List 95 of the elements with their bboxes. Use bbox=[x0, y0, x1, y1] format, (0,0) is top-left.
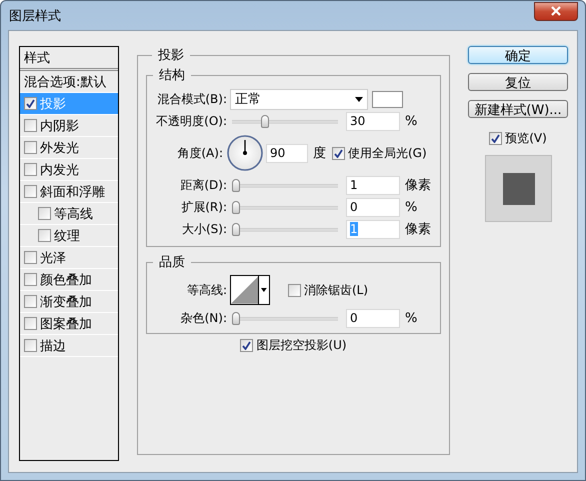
caret-icon bbox=[355, 96, 363, 102]
style-label: 颜色叠加 bbox=[40, 272, 92, 288]
field-value: 1 bbox=[350, 178, 358, 192]
field-value: 30 bbox=[350, 114, 366, 128]
style-label: 混合选项:默认 bbox=[24, 74, 106, 90]
unit-label: 像素 bbox=[405, 177, 431, 194]
field-label: 混合模式(B): bbox=[156, 90, 228, 108]
style-label: 内阴影 bbox=[40, 118, 79, 134]
checkbox[interactable] bbox=[24, 295, 37, 308]
checkbox-label: 预览(V) bbox=[505, 130, 547, 146]
field-label: 不透明度(O): bbox=[155, 112, 228, 130]
field-value: 1 bbox=[350, 222, 358, 236]
color-swatch[interactable] bbox=[372, 90, 403, 108]
close-icon bbox=[550, 6, 562, 16]
global-light-checkbox[interactable]: 使用全局光(G) bbox=[332, 144, 427, 162]
slider-thumb[interactable] bbox=[232, 222, 240, 236]
checkbox[interactable] bbox=[24, 119, 37, 132]
unit-label: % bbox=[405, 200, 418, 214]
checkbox[interactable] bbox=[24, 273, 37, 286]
style-label: 光泽 bbox=[40, 250, 66, 266]
field-value: 90 bbox=[270, 146, 286, 160]
style-item[interactable]: 内发光 bbox=[20, 159, 118, 181]
angle-dial[interactable] bbox=[227, 135, 263, 171]
group-title: 品质 bbox=[158, 254, 186, 271]
unit-label: % bbox=[405, 310, 418, 326]
dialog-button[interactable]: 确定 bbox=[468, 46, 568, 64]
style-item[interactable]: 光泽 bbox=[20, 247, 118, 269]
checkbox[interactable] bbox=[24, 317, 37, 330]
checkbox[interactable] bbox=[24, 97, 37, 110]
slider-thumb[interactable] bbox=[232, 200, 240, 214]
style-item[interactable]: 等高线 bbox=[20, 203, 118, 225]
close-button[interactable] bbox=[534, 2, 578, 20]
unit-label: % bbox=[405, 114, 418, 128]
field-label: 等高线: bbox=[186, 282, 228, 298]
checkbox-label: 使用全局光(G) bbox=[348, 144, 427, 162]
window-title: 图层样式 bbox=[8, 8, 61, 24]
dialog-button[interactable]: 复位 bbox=[468, 73, 568, 91]
style-label: 图案叠加 bbox=[40, 316, 92, 332]
checkbox[interactable] bbox=[288, 284, 301, 296]
unit-label: 度 bbox=[313, 145, 326, 162]
style-item[interactable]: 渐变叠加 bbox=[20, 291, 118, 313]
anti-alias-checkbox[interactable]: 消除锯齿(L) bbox=[288, 282, 368, 298]
field-label: 距离(D): bbox=[179, 176, 228, 194]
field-value: 0 bbox=[350, 200, 358, 214]
style-item[interactable]: 斜面和浮雕 bbox=[20, 181, 118, 203]
style-label: 内发光 bbox=[40, 162, 79, 178]
field-label: 角度(A): bbox=[176, 144, 224, 162]
number-field[interactable]: 90 bbox=[266, 144, 308, 162]
field-value: 0 bbox=[350, 311, 358, 325]
group-title: 结构 bbox=[158, 67, 186, 84]
number-field[interactable]: 0 bbox=[346, 198, 400, 216]
checkbox[interactable] bbox=[240, 338, 254, 352]
style-item[interactable]: 内阴影 bbox=[20, 115, 118, 137]
checkbox[interactable] bbox=[38, 229, 51, 242]
style-label: 斜面和浮雕 bbox=[40, 184, 105, 200]
number-field[interactable]: 30 bbox=[346, 112, 400, 130]
group-title: 投影 bbox=[157, 47, 185, 64]
list-header: 样式 bbox=[20, 47, 118, 71]
style-item[interactable]: 图案叠加 bbox=[20, 313, 118, 335]
preview-thumbnail bbox=[485, 155, 552, 222]
checkbox[interactable] bbox=[24, 251, 37, 264]
unit-label: 像素 bbox=[405, 221, 431, 238]
field-label: 扩展(R): bbox=[180, 198, 228, 216]
checkbox[interactable] bbox=[24, 185, 37, 198]
checkbox[interactable] bbox=[332, 146, 345, 160]
dropdown-value: 正常 bbox=[235, 91, 261, 108]
style-label: 纹理 bbox=[54, 228, 80, 244]
style-item[interactable]: 描边 bbox=[20, 335, 118, 357]
style-label: 等高线 bbox=[54, 206, 93, 222]
contour-picker[interactable] bbox=[230, 275, 270, 305]
slider-thumb[interactable] bbox=[261, 114, 270, 128]
checkbox-label: 消除锯齿(L) bbox=[304, 282, 368, 298]
field-label: 杂色(N): bbox=[180, 310, 228, 326]
checkbox[interactable] bbox=[24, 163, 37, 176]
style-label: 投影 bbox=[40, 96, 66, 112]
slider-thumb[interactable] bbox=[232, 178, 240, 192]
blend-mode-dropdown[interactable]: 正常 bbox=[230, 88, 368, 110]
style-item[interactable]: 纹理 bbox=[20, 225, 118, 247]
number-field[interactable]: 0 bbox=[346, 308, 400, 328]
caret-icon[interactable] bbox=[258, 276, 269, 304]
checkbox[interactable] bbox=[489, 132, 502, 144]
preview-checkbox[interactable]: 预览(V) bbox=[489, 130, 547, 146]
style-label: 渐变叠加 bbox=[40, 294, 92, 310]
style-label: 外发光 bbox=[40, 140, 79, 156]
style-label: 描边 bbox=[40, 338, 66, 354]
checkbox[interactable] bbox=[38, 207, 51, 220]
field-label: 大小(S): bbox=[180, 220, 228, 238]
contour-curve-icon bbox=[231, 276, 258, 304]
style-item[interactable]: 外发光 bbox=[20, 137, 118, 159]
checkbox[interactable] bbox=[24, 339, 37, 352]
number-field[interactable]: 1 bbox=[346, 176, 400, 194]
style-item[interactable]: 颜色叠加 bbox=[20, 269, 118, 291]
checkbox[interactable] bbox=[24, 141, 37, 154]
slider-thumb[interactable] bbox=[232, 312, 240, 324]
dialog-button[interactable]: 新建样式(W)... bbox=[468, 100, 568, 118]
